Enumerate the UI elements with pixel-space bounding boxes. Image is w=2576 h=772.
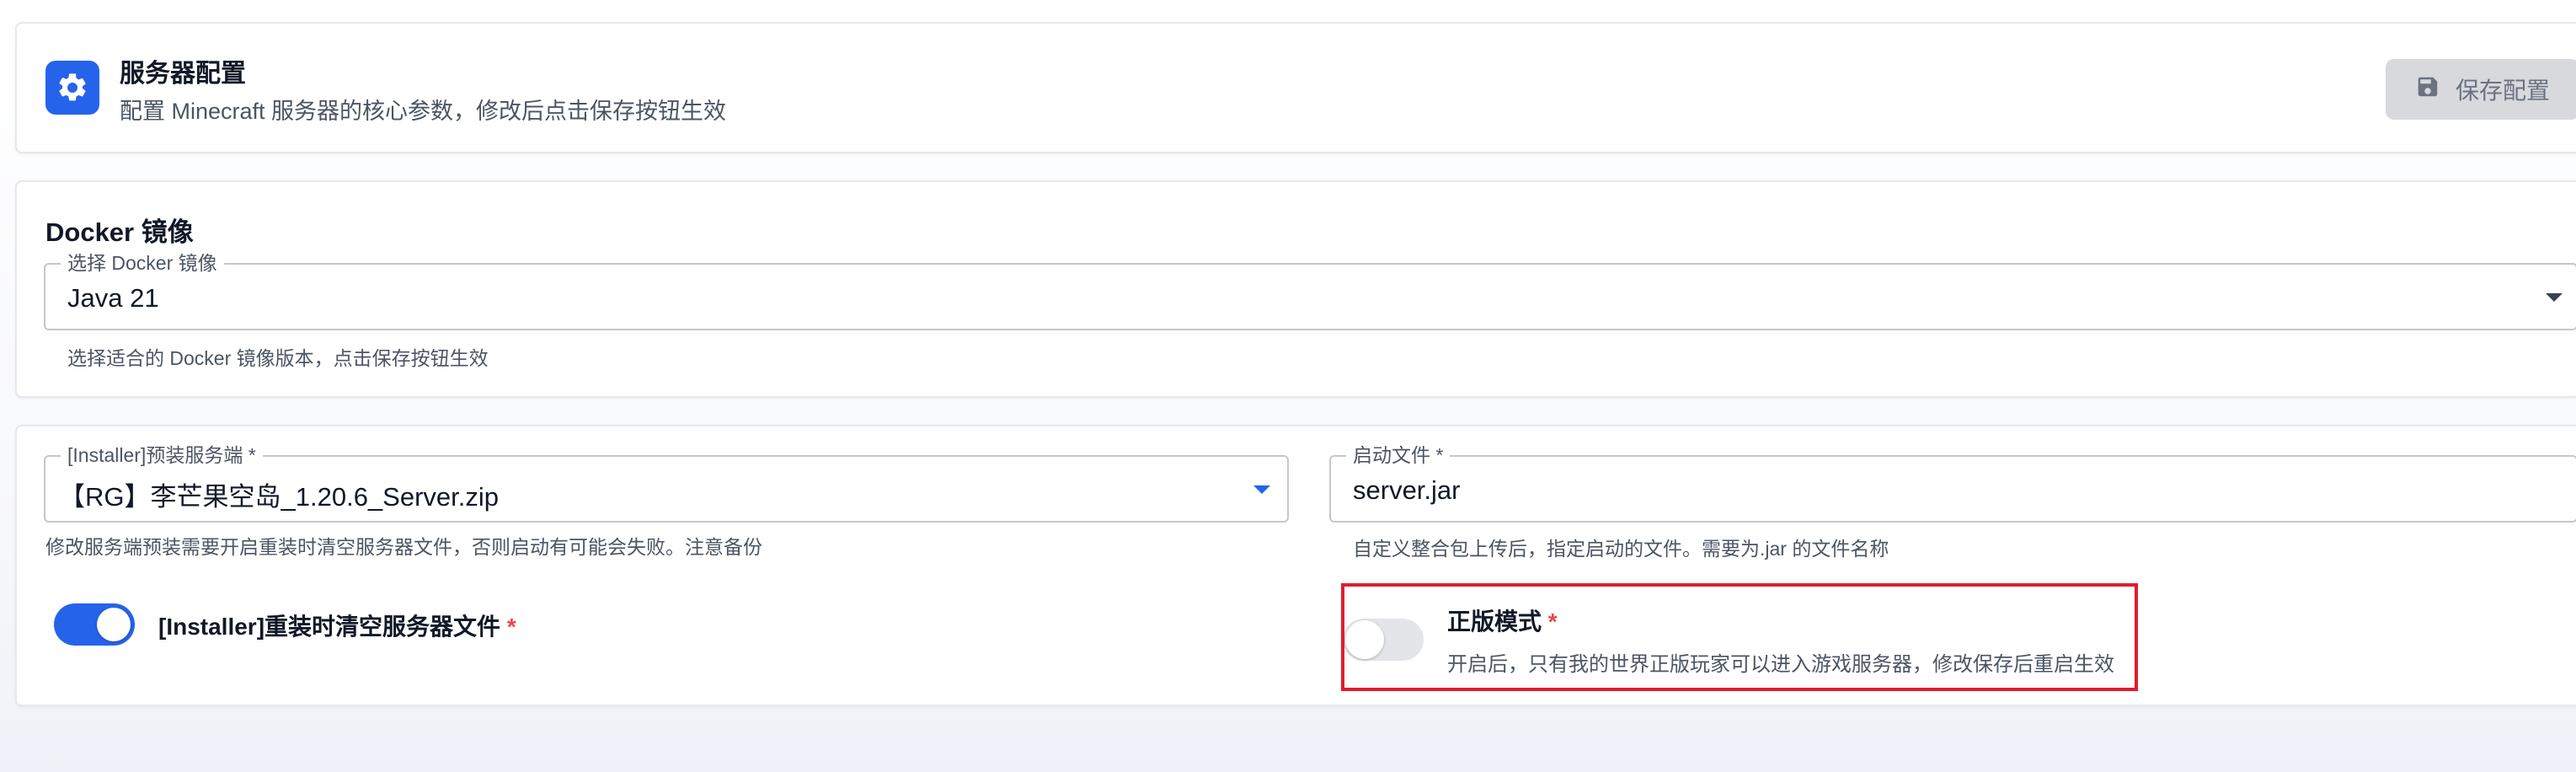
- save-config-label: 保存配置: [2455, 78, 2550, 104]
- preinstall-server-select[interactable]: [Installer]预装服务端 * 【RG】李芒果空岛_1.20.6_Serv…: [44, 444, 1289, 523]
- clear-files-toggle-label: [Installer]重装时清空服务器文件 *: [158, 614, 516, 640]
- startup-file-input[interactable]: 启动文件 * server.jar: [1329, 444, 2576, 523]
- startup-file-label: 启动文件 *: [1346, 444, 1451, 466]
- startup-file-value[interactable]: server.jar: [1353, 475, 1460, 506]
- docker-helper-text: 选择适合的 Docker 镜像版本，点击保存按钮生效: [67, 347, 489, 369]
- docker-image-select-label: 选择 Docker 镜像: [61, 252, 224, 274]
- docker-image-select[interactable]: 选择 Docker 镜像 Java 21: [44, 252, 2576, 330]
- toggle-knob: [97, 608, 131, 641]
- highlight-box: [1341, 583, 2138, 691]
- page-subtitle: 配置 Minecraft 服务器的核心参数，修改后点击保存按钮生效: [120, 99, 727, 124]
- preinstall-server-helper: 修改服务端预装需要开启重装时清空服务器文件，否则启动有可能会失败。注意备份: [45, 536, 762, 558]
- installer-card: [Installer]预装服务端 * 【RG】李芒果空岛_1.20.6_Serv…: [15, 425, 2576, 706]
- docker-section-title: Docker 镜像: [45, 217, 194, 247]
- save-config-button[interactable]: 保存配置: [2386, 59, 2576, 120]
- docker-image-card: Docker 镜像 选择 Docker 镜像 Java 21 选择适合的 Doc…: [15, 180, 2576, 398]
- docker-image-select-value: Java 21: [67, 283, 159, 313]
- preinstall-server-value: 【RG】李芒果空岛_1.20.6_Server.zip: [59, 482, 500, 512]
- clear-files-toggle[interactable]: [54, 603, 135, 646]
- chevron-down-icon[interactable]: [2546, 293, 2563, 302]
- startup-file-helper: 自定义整合包上传后，指定启动的文件。需要为.jar 的文件名称: [1353, 538, 1889, 560]
- floppy-disk-icon: [2415, 74, 2440, 105]
- page-title: 服务器配置: [120, 60, 246, 88]
- preinstall-server-label: [Installer]预装服务端 *: [61, 444, 263, 466]
- server-config-header-card: 服务器配置 配置 Minecraft 服务器的核心参数，修改后点击保存按钮生效 …: [15, 22, 2576, 153]
- chevron-down-icon[interactable]: [1253, 485, 1270, 494]
- required-mark: *: [506, 614, 516, 640]
- gear-icon: [45, 61, 99, 115]
